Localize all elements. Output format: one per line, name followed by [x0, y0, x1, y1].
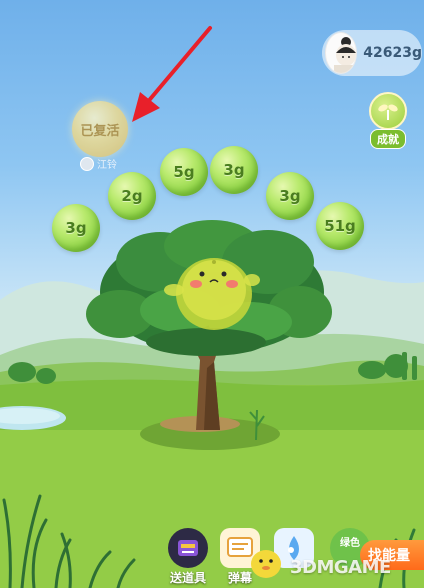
energy-ball-value: 5g — [173, 163, 195, 181]
energy-ball-value: 3g — [223, 161, 245, 179]
revived-label: 已复活 — [80, 122, 120, 138]
revived-energy-ball[interactable]: 已复活 — [72, 101, 128, 157]
friend-avatar — [80, 156, 94, 171]
energy-ball[interactable]: 3g — [52, 204, 100, 252]
energy-ball-value: 2g — [121, 187, 143, 205]
small-mascot-icon — [251, 550, 281, 578]
user-energy-total: 42623g — [363, 45, 422, 61]
user-energy-pill[interactable]: 42623g — [322, 30, 422, 76]
energy-ball-value: 51g — [324, 217, 356, 235]
user-avatar[interactable] — [325, 32, 358, 74]
energy-ball-value: 3g — [279, 187, 301, 205]
energy-ball[interactable]: 3g — [210, 146, 258, 194]
send-props-label: 送道具 — [169, 571, 206, 585]
energy-ball[interactable]: 5g — [160, 148, 208, 196]
user-avatar-icon — [334, 37, 357, 73]
energy-ball[interactable]: 51g — [316, 202, 364, 250]
friend-name: 江铃 — [97, 160, 117, 171]
achievement-button[interactable]: 成就 — [364, 92, 412, 149]
forest-scene: 已复活 江铃 5g 3g 2g 3g 3g 51g 42623g 成就 送道具 … — [0, 0, 424, 588]
sprout-medal-icon — [369, 92, 407, 130]
achievement-label: 成就 — [370, 129, 406, 149]
send-props-button[interactable]: 送道具 — [166, 528, 210, 586]
energy-ball[interactable]: 3g — [266, 172, 314, 220]
friend-tag: 江铃 — [80, 156, 117, 171]
mascot-character[interactable] — [162, 250, 262, 334]
gift-icon — [168, 528, 208, 568]
energy-ball[interactable]: 2g — [108, 172, 156, 220]
energy-ball-value: 3g — [65, 219, 87, 237]
watermark: 3DMGAME — [290, 557, 391, 578]
